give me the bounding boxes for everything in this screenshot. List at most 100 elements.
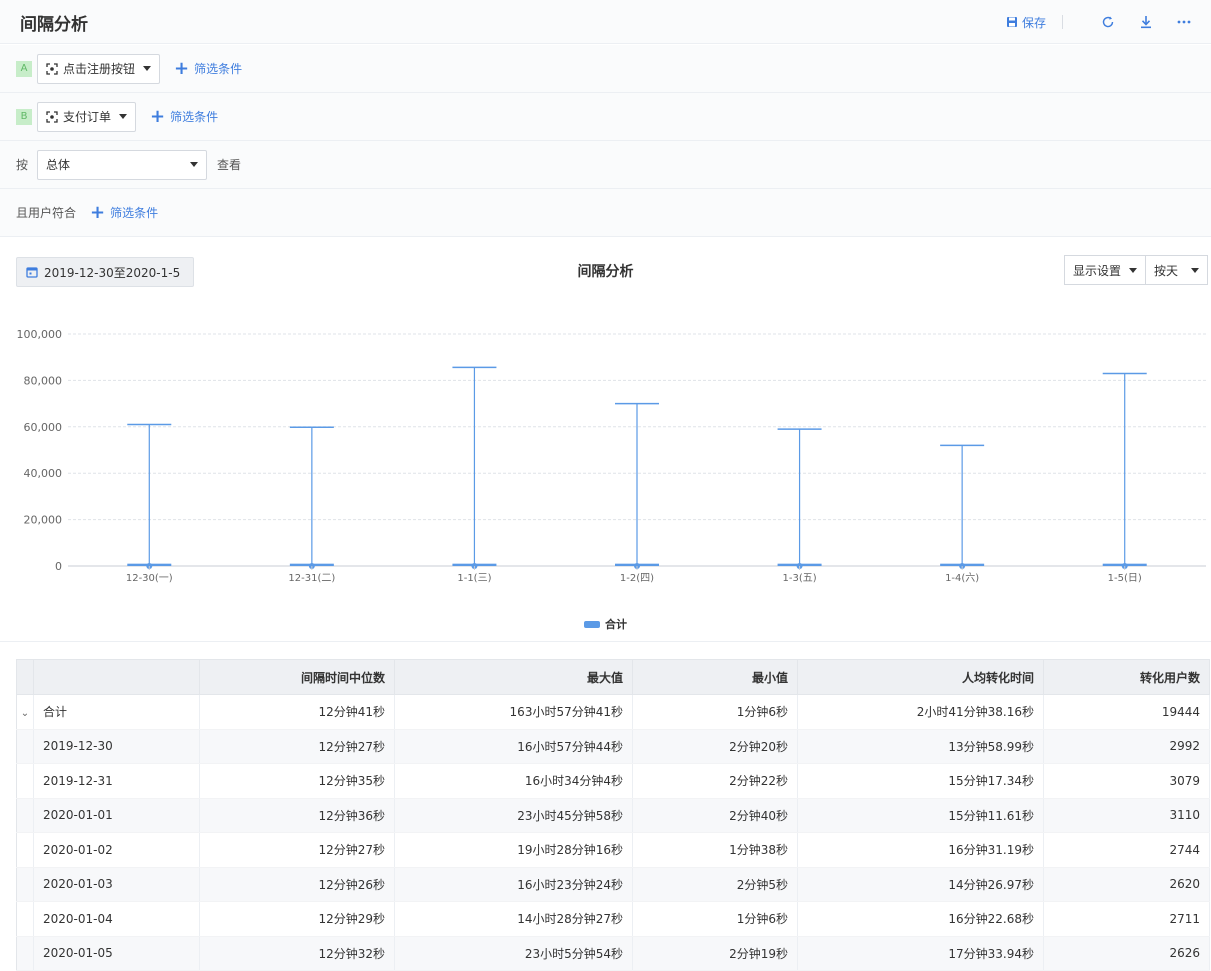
x-tick-label: 1-3(五) xyxy=(783,573,817,584)
add-filter-a-label: 筛选条件 xyxy=(194,62,243,76)
table-cell: 3079 xyxy=(1043,763,1210,799)
add-user-filter-label: 筛选条件 xyxy=(110,206,159,220)
table-cell: 2分钟22秒 xyxy=(632,763,798,799)
add-filter-b-button[interactable]: + 筛选条件 xyxy=(150,105,219,127)
table-cell: 1分钟6秒 xyxy=(632,694,798,730)
chevron-down-icon xyxy=(1191,267,1199,273)
add-filter-a-button[interactable]: + 筛选条件 xyxy=(174,57,243,79)
table-row: 2020-01-01 12分钟36秒 23小时45分钟58秒 2分钟40秒 15… xyxy=(16,798,1210,833)
download-button[interactable] xyxy=(1137,13,1155,31)
table-cell: 16分钟22.68秒 xyxy=(797,901,1044,937)
table-cell: 12分钟36秒 xyxy=(199,798,395,833)
row-spacer xyxy=(16,832,34,868)
granularity-select[interactable]: 按天 xyxy=(1146,255,1208,285)
refresh-button[interactable] xyxy=(1099,13,1117,31)
add-user-filter-button[interactable]: + 筛选条件 xyxy=(90,201,159,223)
table-header-row: 间隔时间中位数 最大值 最小值 人均转化时间 转化用户数 xyxy=(16,659,1210,695)
table-cell: 2分钟20秒 xyxy=(632,729,798,764)
page-title: 间隔分析 xyxy=(20,15,88,35)
table-cell: 2020-01-04 xyxy=(33,901,200,937)
y-tick-label: 100,000 xyxy=(17,328,63,341)
table-cell: 2020-01-02 xyxy=(33,832,200,868)
table-row: 2020-01-03 12分钟26秒 16小时23分钟24秒 2分钟5秒 14分… xyxy=(16,867,1210,902)
table-cell: 23小时5分钟54秒 xyxy=(394,936,633,971)
table-cell: 2626 xyxy=(1043,936,1210,971)
table-cell: 12分钟41秒 xyxy=(199,694,395,730)
table-cell: 2992 xyxy=(1043,729,1210,764)
table-cell: 14分钟26.97秒 xyxy=(797,867,1044,902)
row-spacer xyxy=(16,729,34,764)
chevron-down-icon xyxy=(190,162,199,167)
event-select-b[interactable]: 支付订单 xyxy=(37,101,137,132)
table-cell: 15分钟11.61秒 xyxy=(797,798,1044,833)
plus-icon: + xyxy=(150,105,166,127)
table-header-cell[interactable]: 人均转化时间 xyxy=(797,659,1044,695)
table-cell: 17分钟33.94秒 xyxy=(797,936,1044,971)
table-cell: 12分钟27秒 xyxy=(199,729,395,764)
table-cell: 16小时23分钟24秒 xyxy=(394,867,633,902)
boxplot-chart: 0 20,000 40,000 60,000 80,000 100,000 12-30(一)… xyxy=(17,328,1206,584)
save-label: 保存 xyxy=(1021,15,1046,30)
table-row: 2019-12-30 12分钟27秒 16小时57分钟44秒 2分钟20秒 13… xyxy=(16,729,1210,764)
table-row: 2020-01-05 12分钟32秒 23小时5分钟54秒 2分钟19秒 17分… xyxy=(16,936,1210,971)
table-cell: 合计 xyxy=(33,694,200,730)
y-tick-label: 40,000 xyxy=(24,467,63,480)
table-header-cell[interactable]: 间隔时间中位数 xyxy=(199,659,395,695)
table-header-cell[interactable]: 最小值 xyxy=(632,659,798,695)
save-icon xyxy=(1006,17,1017,27)
save-button[interactable]: 保存 xyxy=(1006,14,1046,31)
event-select-a[interactable]: 点击注册按钮 xyxy=(37,53,161,84)
chevron-down-icon xyxy=(1129,267,1137,273)
download-icon xyxy=(1141,16,1151,29)
group-by-suffix: 查看 xyxy=(217,158,242,172)
table-cell: 1分钟6秒 xyxy=(632,901,798,937)
table-cell: 23小时45分钟58秒 xyxy=(394,798,633,833)
y-tick-label: 60,000 xyxy=(24,421,63,434)
table-cell: 2分钟40秒 xyxy=(632,798,798,833)
table-cell: 2020-01-03 xyxy=(33,867,200,902)
event-icon xyxy=(46,110,58,123)
table-cell: 12分钟29秒 xyxy=(199,901,395,937)
table-cell: 16小时34分钟4秒 xyxy=(394,763,633,799)
table-cell: 14小时28分钟27秒 xyxy=(394,901,633,937)
row-spacer xyxy=(16,936,34,971)
user-filter-label: 且用户符合 xyxy=(16,206,77,220)
table-cell: 163小时57分钟41秒 xyxy=(394,694,633,730)
add-filter-b-label: 筛选条件 xyxy=(170,110,219,124)
table-cell: 3110 xyxy=(1043,798,1210,833)
table-cell: 2744 xyxy=(1043,832,1210,868)
plus-icon: + xyxy=(90,201,106,223)
user-filter-row: 且用户符合 + 筛选条件 xyxy=(0,189,1211,237)
event-select-b-label: 支付订单 xyxy=(63,110,112,124)
table-cell: 2分钟5秒 xyxy=(632,867,798,902)
table-row: 2020-01-02 12分钟27秒 19小时28分钟16秒 1分钟38秒 16… xyxy=(16,832,1210,868)
group-by-prefix: 按 xyxy=(16,158,29,172)
y-tick-label: 0 xyxy=(55,560,62,573)
more-icon xyxy=(1177,20,1191,24)
x-tick-label: 12-31(二) xyxy=(288,573,335,584)
x-tick-label: 1-4(六) xyxy=(945,572,979,584)
table-cell: 16小时57分钟44秒 xyxy=(394,729,633,764)
table-row: 2020-01-04 12分钟29秒 14小时28分钟27秒 1分钟6秒 16分… xyxy=(16,901,1210,937)
table-header-cell[interactable]: 最大值 xyxy=(394,659,633,695)
refresh-icon xyxy=(1102,16,1114,28)
display-settings-button[interactable]: 显示设置 xyxy=(1063,255,1146,285)
row-spacer xyxy=(16,798,34,833)
table-cell: 2分钟19秒 xyxy=(632,936,798,971)
table-cell: 2小时41分钟38.16秒 xyxy=(797,694,1044,730)
data-table: 间隔时间中位数 最大值 最小值 人均转化时间 转化用户数 ⌄ 合计 12分钟41… xyxy=(16,659,1210,971)
chart-legend[interactable]: 合计 xyxy=(0,616,1211,632)
x-tick-label: 1-5(日) xyxy=(1108,573,1142,584)
group-by-select[interactable]: 总体 xyxy=(37,149,208,180)
plus-icon: + xyxy=(174,57,190,79)
row-expander[interactable]: ⌄ xyxy=(16,694,34,730)
y-tick-label: 80,000 xyxy=(24,374,63,387)
table-header-cell[interactable]: 转化用户数 xyxy=(1043,659,1210,695)
legend-swatch xyxy=(584,620,600,628)
row-spacer xyxy=(16,867,34,902)
more-button[interactable] xyxy=(1175,13,1193,31)
chart-panel: 2019-12-30至2020-1-5 间隔分析 显示设置 按天 0 20,000… xyxy=(0,237,1211,642)
table-cell: 13分钟58.99秒 xyxy=(797,729,1044,764)
table-cell: 1分钟38秒 xyxy=(632,832,798,868)
table-cell: 2020-01-05 xyxy=(33,936,200,971)
